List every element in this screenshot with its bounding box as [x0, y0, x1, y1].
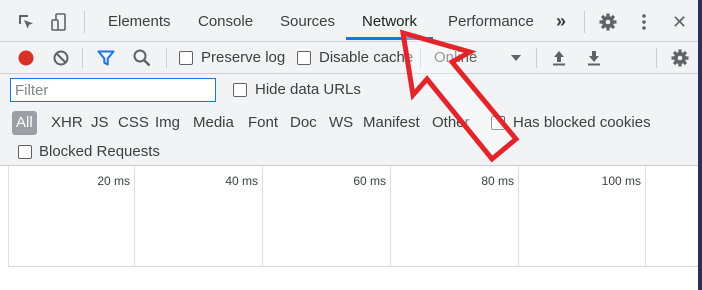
type-filter-other[interactable]: Other: [432, 111, 470, 135]
timeline-gridline: [645, 166, 646, 266]
more-options-kebab-icon[interactable]: [634, 12, 654, 32]
hide-data-urls-label: Hide data URLs: [255, 81, 361, 98]
tabbar-divider: [84, 11, 85, 33]
tabbar-divider: [584, 11, 585, 33]
record-button[interactable]: [16, 48, 36, 68]
tab-console[interactable]: Console: [196, 0, 255, 42]
type-filter-img[interactable]: Img: [155, 111, 180, 135]
tab-sources[interactable]: Sources: [278, 0, 337, 42]
type-filter-font[interactable]: Font: [248, 111, 278, 135]
tab-performance[interactable]: Performance: [446, 0, 536, 42]
settings-gear-icon[interactable]: [598, 12, 618, 32]
type-filter-css[interactable]: CSS: [118, 111, 149, 135]
filter-bar: Hide data URLs All XHR JS CSS Img Media …: [0, 74, 698, 166]
tab-network[interactable]: Network: [345, 0, 434, 42]
preserve-log-label: Preserve log: [201, 49, 286, 66]
type-filter-manifest[interactable]: Manifest: [363, 111, 420, 135]
network-overview-timeline[interactable]: 20 ms 40 ms 60 ms 80 ms 100 ms: [8, 166, 698, 290]
timeline-bottom-divider: [8, 266, 698, 267]
timeline-tick-label: 100 ms: [601, 174, 641, 188]
network-toolbar: Preserve log Disable cache Online: [0, 42, 698, 74]
type-filter-js[interactable]: JS: [91, 111, 109, 135]
type-filter-xhr[interactable]: XHR: [51, 111, 83, 135]
close-devtools-icon[interactable]: ✕: [670, 0, 689, 42]
filter-input[interactable]: [10, 78, 216, 102]
more-tabs-button[interactable]: »: [554, 0, 568, 42]
timeline-gridline: [134, 166, 135, 266]
import-har-upload-icon[interactable]: [549, 48, 569, 68]
disable-cache-checkbox[interactable]: [297, 51, 311, 65]
timeline-tick-label: 40 ms: [225, 174, 258, 188]
type-filter-ws[interactable]: WS: [329, 111, 353, 135]
inspect-element-icon[interactable]: [16, 12, 36, 32]
timeline-tick-label: 20 ms: [97, 174, 130, 188]
toolbar-divider: [166, 48, 167, 68]
timeline-tick-label: 80 ms: [481, 174, 514, 188]
type-filter-doc[interactable]: Doc: [290, 111, 317, 135]
timeline-gridline: [8, 166, 9, 266]
tab-elements[interactable]: Elements: [106, 0, 173, 42]
has-blocked-cookies-checkbox[interactable]: [491, 116, 505, 130]
disable-cache-label: Disable cache: [319, 49, 414, 66]
throttling-select[interactable]: Online: [434, 49, 477, 66]
toolbar-divider: [82, 48, 83, 68]
export-har-download-icon[interactable]: [584, 48, 604, 68]
toolbar-divider: [656, 48, 657, 68]
has-blocked-cookies-label: Has blocked cookies: [513, 114, 651, 131]
blocked-requests-label: Blocked Requests: [39, 143, 160, 160]
toolbar-divider: [536, 48, 537, 68]
devtools-panel: Elements Console Sources Network Perform…: [0, 0, 698, 290]
toolbar-divider: [420, 48, 421, 68]
timeline-gridline: [518, 166, 519, 266]
type-filter-media[interactable]: Media: [193, 111, 234, 135]
dropdown-arrow-icon[interactable]: [506, 48, 526, 68]
filter-funnel-icon[interactable]: [96, 48, 116, 68]
device-toolbar-icon[interactable]: [50, 12, 70, 32]
network-settings-gear-icon[interactable]: [670, 48, 690, 68]
clear-icon[interactable]: [51, 48, 71, 68]
devtools-tab-bar: Elements Console Sources Network Perform…: [0, 0, 698, 42]
hide-data-urls-checkbox[interactable]: [233, 83, 247, 97]
blocked-requests-checkbox[interactable]: [18, 145, 32, 159]
timeline-gridline: [390, 166, 391, 266]
preserve-log-checkbox[interactable]: [179, 51, 193, 65]
search-icon[interactable]: [132, 48, 152, 68]
timeline-tick-label: 60 ms: [353, 174, 386, 188]
type-filter-all[interactable]: All: [12, 111, 37, 135]
timeline-gridline: [262, 166, 263, 266]
window-edge: [698, 0, 702, 290]
